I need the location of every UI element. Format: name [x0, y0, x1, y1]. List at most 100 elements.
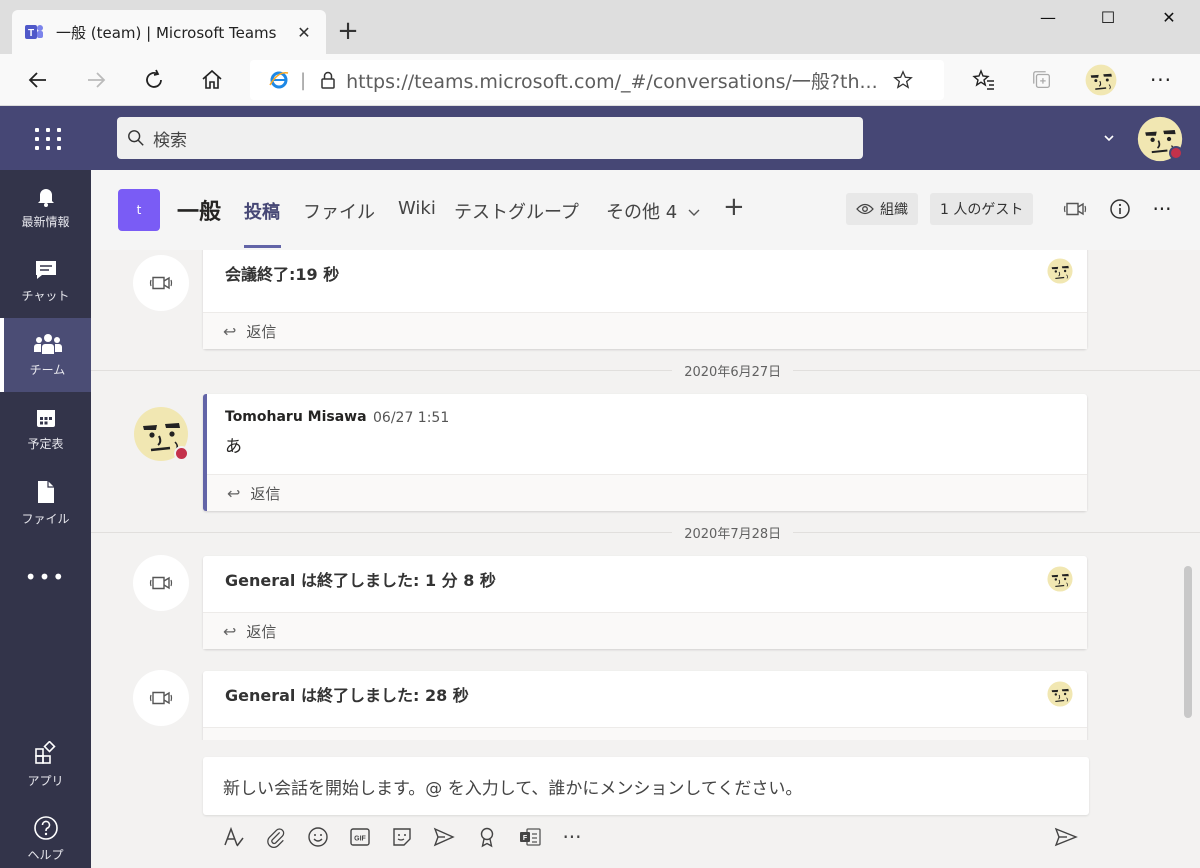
svg-text:F: F: [523, 835, 528, 842]
presence-busy-icon: [1169, 146, 1183, 160]
attach-button[interactable]: [263, 824, 289, 850]
sticker-button[interactable]: [389, 824, 415, 850]
chat-icon: [35, 261, 56, 279]
paperclip-icon: [267, 828, 285, 848]
reply-button[interactable]: ↩ 返信: [207, 474, 1087, 511]
new-tab-button[interactable]: +: [334, 18, 362, 46]
meet-now-button[interactable]: [1061, 195, 1089, 223]
browser-tab-title: 一般 (team) | Microsoft Teams: [56, 23, 277, 42]
rail-item-calendar[interactable]: 予定表: [0, 392, 91, 466]
address-bar[interactable]: | https://teams.microsoft.com/_#/convers…: [250, 60, 944, 100]
message-time: 06/27 1:51: [373, 410, 450, 426]
home-button[interactable]: [194, 62, 230, 98]
message-text: あ: [225, 437, 242, 457]
reply-arrow-icon: ↩: [223, 621, 237, 641]
browser-navigation-bar: | https://teams.microsoft.com/_#/convers…: [0, 54, 1200, 106]
format-button[interactable]: [221, 824, 247, 850]
rail-item-help[interactable]: ヘルプ: [0, 802, 91, 868]
forms-button[interactable]: F: [517, 824, 543, 850]
close-window-button[interactable]: ✕: [1146, 8, 1192, 32]
rail-label: チャット: [21, 289, 70, 303]
rail-label: ファイル: [21, 512, 70, 526]
more-dots-icon: •••: [24, 565, 67, 589]
rail-label: アプリ: [27, 774, 64, 788]
chevron-down-icon[interactable]: [1102, 133, 1116, 143]
favorite-star-icon[interactable]: [892, 69, 914, 91]
tab-more[interactable]: その他 4: [606, 198, 701, 224]
url-text[interactable]: https://teams.microsoft.com/_#/conversat…: [346, 67, 876, 94]
send-button[interactable]: [1053, 824, 1079, 850]
tab-posts[interactable]: 投稿: [244, 198, 280, 224]
browser-menu-button[interactable]: ···: [1143, 62, 1179, 98]
tab-wiki[interactable]: Wiki: [398, 198, 436, 219]
video-call-icon: [149, 571, 173, 595]
eye-icon: [856, 203, 874, 215]
message-card: Tomoharu Misawa 06/27 1:51 あ ↩ 返信: [203, 394, 1087, 511]
more-dots-icon: ···: [562, 825, 582, 849]
forms-icon: F: [520, 828, 541, 846]
date-separator: 2020年6月27日: [91, 360, 1200, 380]
gif-button[interactable]: GIF: [347, 824, 373, 850]
rail-label: 予定表: [27, 437, 64, 451]
message-author[interactable]: Tomoharu Misawa: [225, 409, 367, 425]
collections-button[interactable]: [1024, 62, 1060, 98]
favorites-list-icon: [972, 69, 994, 90]
browser-tab[interactable]: T 一般 (team) | Microsoft Teams ✕: [12, 10, 326, 54]
reply-arrow-icon: ↩: [227, 483, 241, 503]
video-call-icon: [149, 271, 173, 295]
feed-scrollbar[interactable]: [1184, 566, 1192, 718]
rail-label: チーム: [29, 363, 66, 377]
praise-button[interactable]: [474, 824, 500, 850]
search-icon: [128, 130, 144, 146]
app-launcher-icon[interactable]: [24, 122, 68, 156]
profile-avatar-icon: [1085, 64, 1117, 96]
maximize-window-button[interactable]: ☐: [1085, 8, 1131, 32]
browser-profile-button[interactable]: [1083, 62, 1119, 98]
team-avatar[interactable]: t: [118, 189, 160, 231]
rail-item-teams[interactable]: チーム: [0, 318, 91, 392]
rail-item-chat[interactable]: チャット: [0, 244, 91, 318]
forward-button[interactable]: [78, 62, 114, 98]
rail-more-apps[interactable]: •••: [0, 542, 91, 612]
channel-info-button[interactable]: [1106, 195, 1134, 223]
meeting-text: General は終了しました: 1 分 8 秒: [225, 571, 496, 590]
reply-button[interactable]: ↩ 返信: [203, 612, 1087, 649]
guest-badge[interactable]: 1 人のゲスト: [930, 193, 1034, 225]
user-avatar[interactable]: [1137, 116, 1183, 162]
reply-arrow-icon: ↩: [223, 321, 237, 341]
emoji-button[interactable]: [305, 824, 331, 850]
org-badge[interactable]: 組織: [846, 193, 918, 225]
file-icon: [37, 481, 54, 503]
rail-item-files[interactable]: ファイル: [0, 466, 91, 540]
tab-files[interactable]: ファイル: [303, 198, 375, 224]
refresh-icon: [146, 69, 162, 88]
refresh-button[interactable]: [136, 62, 172, 98]
channel-more-button[interactable]: ···: [1148, 195, 1176, 223]
meeting-card: General は終了しました: 28 秒: [203, 671, 1087, 740]
apps-icon: [34, 741, 56, 764]
close-tab-icon[interactable]: ✕: [294, 23, 314, 42]
meeting-text: General は終了しました: 28 秒: [225, 686, 469, 705]
lock-icon[interactable]: [318, 70, 338, 90]
reply-button[interactable]: [203, 727, 1087, 740]
reply-button[interactable]: ↩ 返信: [203, 312, 1087, 349]
back-button[interactable]: [20, 62, 56, 98]
rail-item-activity[interactable]: 最新情報: [0, 170, 91, 244]
more-dots-icon: ···: [1152, 197, 1172, 221]
collections-icon: [1033, 71, 1050, 88]
app-rail: 最新情報 チャット チーム 予定表 ファイル ••• アプリ ヘルプ: [0, 170, 91, 868]
meeting-icon-circle: [133, 555, 189, 611]
compose-placeholder: 新しい会話を開始します。@ を入力して、誰かにメンションしてください。: [223, 778, 803, 799]
add-tab-button[interactable]: +: [723, 192, 745, 222]
schedule-meeting-button[interactable]: [431, 824, 457, 850]
arrow-right-icon: [88, 72, 106, 88]
more-options-button[interactable]: ···: [559, 824, 585, 850]
date-separator: 2020年7月28日: [91, 522, 1200, 542]
send-meeting-icon: [433, 827, 455, 847]
new-conversation-input[interactable]: 新しい会話を開始します。@ を入力して、誰かにメンションしてください。: [203, 757, 1089, 815]
tab-test-group[interactable]: テストグループ: [454, 198, 579, 224]
favorites-button[interactable]: [966, 62, 1002, 98]
rail-item-apps[interactable]: アプリ: [0, 728, 91, 802]
search-input[interactable]: 検索: [117, 117, 863, 159]
minimize-window-button[interactable]: —: [1025, 8, 1071, 32]
